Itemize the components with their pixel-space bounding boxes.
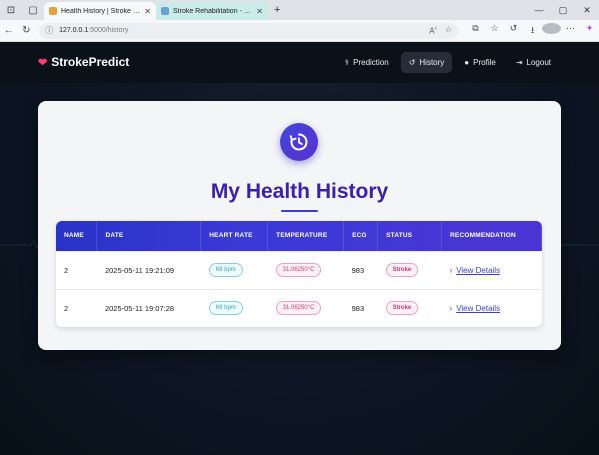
view-details-link[interactable]: › View Details: [450, 266, 501, 275]
column-header[interactable]: ECG: [343, 221, 379, 251]
url-path: :5000/history: [88, 27, 129, 34]
more-options-icon[interactable]: ⋯: [561, 23, 580, 39]
favicon-icon: [161, 7, 169, 15]
tab-thingspeak[interactable]: Stroke Rehabilitation - ThingSpeak ✕: [156, 2, 268, 20]
cell-date: 2025-05-11 19:21:09: [96, 250, 201, 289]
column-header[interactable]: DATE: [96, 221, 202, 251]
cell-date: 2025-05-11 19:07:28: [96, 288, 201, 327]
window-controls: — ▢ ✕: [527, 5, 599, 16]
close-tab-icon[interactable]: ✕: [256, 7, 263, 16]
tab-title: Stroke Rehabilitation - ThingSpeak: [173, 7, 252, 15]
column-header[interactable]: STATUS: [377, 221, 443, 251]
url-host: 127.0.0.1: [59, 27, 89, 34]
copilot-icon[interactable]: ✦: [580, 23, 599, 39]
favorite-star-icon[interactable]: ☆: [445, 25, 452, 36]
link-label: View Details: [456, 265, 501, 275]
tab-health-history[interactable]: Health History | Stroke Prediction ✕: [44, 2, 156, 20]
column-header[interactable]: NAME: [56, 221, 98, 251]
site-info-icon[interactable]: ⓘ: [45, 25, 53, 36]
profile-avatar[interactable]: [542, 22, 562, 39]
maximize-icon[interactable]: ▢: [551, 5, 575, 16]
nav-prediction[interactable]: ⚕ Prediction: [337, 52, 397, 73]
logout-icon: ⇥: [515, 58, 523, 67]
link-label: View Details: [456, 303, 501, 313]
read-aloud-icon[interactable]: A›: [429, 25, 437, 36]
column-header[interactable]: TEMPERATURE: [267, 221, 345, 251]
downloads-icon[interactable]: ⭳: [523, 23, 542, 39]
history-browser-icon[interactable]: ↺: [504, 23, 523, 39]
close-window-icon[interactable]: ✕: [575, 5, 599, 16]
cell-name: 2: [56, 288, 97, 327]
title-underline: [281, 210, 318, 212]
tab-title: Health History | Stroke Prediction: [61, 7, 140, 15]
close-tab-icon[interactable]: ✕: [144, 7, 151, 16]
favicon-icon: [49, 7, 57, 15]
heart-rate-badge: 69 bpm: [208, 263, 243, 277]
nav-label: Prediction: [353, 58, 389, 67]
view-details-link[interactable]: › View Details: [450, 304, 501, 313]
favorites-icon[interactable]: ☆: [485, 23, 504, 39]
table-row: 2 2025-05-11 19:21:09 69 bpm 31.06250°C …: [56, 250, 542, 289]
temperature-badge: 31.06250°C: [275, 301, 322, 316]
history-card: My Health History NAME DATE HEART RATE T…: [38, 101, 561, 350]
url-input[interactable]: ⓘ 127.0.0.1:5000/history A› ☆: [39, 22, 459, 39]
nav-links: ⚕ Prediction ↺ History ● Profile ⇥ Logou…: [337, 52, 559, 73]
extensions-icon[interactable]: ⧉: [466, 23, 485, 39]
cell-ecg: 983: [343, 250, 378, 289]
table-header-row: NAME DATE HEART RATE TEMPERATURE ECG STA…: [56, 221, 542, 251]
table-row: 2 2025-05-11 19:07:28 69 bpm 31.06250°C …: [56, 288, 542, 327]
page-title: My Health History: [210, 180, 389, 203]
browser-tab-bar: ⊡ ▢ Health History | Stroke Prediction ✕…: [0, 0, 599, 20]
back-icon[interactable]: ←: [0, 25, 18, 36]
tab-actions-icon[interactable]: ▢: [22, 0, 44, 20]
heart-rate-badge: 69 bpm: [208, 301, 243, 316]
nav-history[interactable]: ↺ History: [400, 52, 453, 73]
top-navbar: ❤ StrokePredict ⚕ Prediction ↺ History ●…: [0, 43, 599, 83]
column-header[interactable]: HEART RATE: [200, 221, 269, 251]
brand-logo[interactable]: ❤ StrokePredict: [38, 55, 129, 69]
chevron-right-icon: ›: [449, 303, 453, 313]
history-table: NAME DATE HEART RATE TEMPERATURE ECG STA…: [56, 221, 542, 327]
nav-profile[interactable]: ● Profile: [456, 52, 504, 73]
address-bar-row: ← ↻ ⓘ 127.0.0.1:5000/history A› ☆ ⧉ ☆ ↺ …: [0, 20, 599, 42]
cell-name: 2: [56, 250, 97, 289]
app-viewport: ❤ StrokePredict ⚕ Prediction ↺ History ●…: [0, 43, 599, 455]
browser-menu-icon[interactable]: ⊡: [0, 0, 22, 20]
minimize-icon[interactable]: —: [527, 5, 551, 16]
status-badge: Stroke: [385, 263, 419, 277]
reload-icon[interactable]: ↻: [18, 25, 36, 36]
brand-name: StrokePredict: [51, 55, 130, 69]
nav-label: History: [419, 58, 445, 67]
chevron-right-icon: ›: [449, 265, 453, 275]
stethoscope-icon: ⚕: [344, 58, 350, 67]
history-icon: ↺: [408, 58, 416, 67]
browser-toolbar: ⧉ ☆ ↺ ⭳ ⋯ ✦: [466, 22, 599, 39]
column-header[interactable]: RECOMMENDATION: [441, 221, 542, 251]
temperature-badge: 31.06250°C: [275, 263, 322, 277]
user-icon: ●: [464, 58, 470, 67]
nav-label: Profile: [473, 58, 496, 67]
history-icon: [280, 123, 318, 161]
new-tab-icon[interactable]: +: [274, 4, 280, 16]
nav-logout[interactable]: ⇥ Logout: [508, 52, 559, 73]
heart-pulse-icon: ❤: [38, 56, 48, 69]
cell-ecg: 983: [343, 288, 378, 327]
nav-label: Logout: [526, 58, 551, 67]
status-badge: Stroke: [385, 301, 419, 316]
